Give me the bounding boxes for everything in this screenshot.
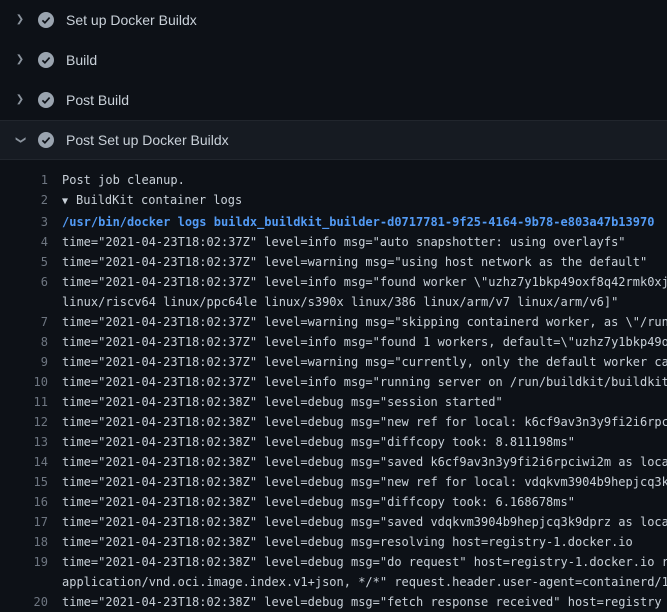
log-line-text: time="2021-04-23T18:02:37Z" level=warnin…: [62, 252, 647, 272]
log-line: 2▼ BuildKit container logs: [0, 190, 667, 212]
log-line-text: Post job cleanup.: [62, 170, 185, 190]
log-line-number-empty: [0, 572, 62, 592]
log-line: 19time="2021-04-23T18:02:38Z" level=debu…: [0, 552, 667, 572]
log-line-number[interactable]: 13: [0, 432, 62, 452]
log-line: 11time="2021-04-23T18:02:38Z" level=debu…: [0, 392, 667, 412]
log-line-text: time="2021-04-23T18:02:38Z" level=debug …: [62, 492, 575, 512]
log-line-text: time="2021-04-23T18:02:38Z" level=debug …: [62, 472, 667, 492]
log-line: 14time="2021-04-23T18:02:38Z" level=debu…: [0, 452, 667, 472]
chevron-down-icon: ❯: [15, 134, 25, 146]
log-line-text: time="2021-04-23T18:02:37Z" level=info m…: [62, 332, 667, 352]
chevron-right-icon: ❯: [14, 95, 26, 105]
log-line-wrap: application/vnd.oci.image.index.v1+json,…: [0, 572, 667, 592]
check-circle-icon: [38, 132, 54, 148]
log-line-text: time="2021-04-23T18:02:37Z" level=warnin…: [62, 352, 667, 372]
log-line-number[interactable]: 14: [0, 452, 62, 472]
log-line: 5time="2021-04-23T18:02:37Z" level=warni…: [0, 252, 667, 272]
log-line-number[interactable]: 20: [0, 592, 62, 612]
log-line-number[interactable]: 9: [0, 352, 62, 372]
workflow-log-panel: ❯ Set up Docker Buildx ❯ Build ❯ Post Build ❯ P…: [0, 0, 667, 612]
log-command-text: /usr/bin/docker logs buildx_buildkit_bui…: [62, 212, 654, 232]
step-row-post-build[interactable]: ❯ Post Build: [0, 80, 667, 120]
log-line-text: time="2021-04-23T18:02:38Z" level=debug …: [62, 452, 667, 472]
log-group-label[interactable]: BuildKit container logs: [76, 193, 242, 207]
log-line-number[interactable]: 7: [0, 312, 62, 332]
log-line-number[interactable]: 2: [0, 190, 62, 212]
log-line: 20time="2021-04-23T18:02:38Z" level=debu…: [0, 592, 667, 612]
log-line: 7time="2021-04-23T18:02:37Z" level=warni…: [0, 312, 667, 332]
log-line-number[interactable]: 8: [0, 332, 62, 352]
log-line-text: time="2021-04-23T18:02:37Z" level=warnin…: [62, 312, 667, 332]
log-line-number[interactable]: 17: [0, 512, 62, 532]
log-line-number[interactable]: 3: [0, 212, 62, 232]
log-group-toggle-icon[interactable]: ▼: [62, 196, 68, 207]
step-label: Post Set up Docker Buildx: [66, 132, 229, 148]
chevron-right-icon: ❯: [14, 15, 26, 25]
log-line-number[interactable]: 15: [0, 472, 62, 492]
log-line-number[interactable]: 1: [0, 170, 62, 190]
log-line-text: linux/riscv64 linux/ppc64le linux/s390x …: [62, 292, 618, 312]
log-line-text: time="2021-04-23T18:02:38Z" level=debug …: [62, 432, 575, 452]
step-label: Set up Docker Buildx: [66, 12, 197, 28]
log-line-text: time="2021-04-23T18:02:38Z" level=debug …: [62, 552, 667, 572]
log-line-text: time="2021-04-23T18:02:37Z" level=info m…: [62, 232, 626, 252]
log-line: 18time="2021-04-23T18:02:38Z" level=debu…: [0, 532, 667, 552]
check-circle-icon: [38, 12, 54, 28]
log-line-number[interactable]: 19: [0, 552, 62, 572]
log-line: 16time="2021-04-23T18:02:38Z" level=debu…: [0, 492, 667, 512]
log-line: 6time="2021-04-23T18:02:37Z" level=info …: [0, 272, 667, 292]
log-line-text: time="2021-04-23T18:02:38Z" level=debug …: [62, 592, 662, 612]
log-line: 1Post job cleanup.: [0, 170, 667, 190]
log-line-text: time="2021-04-23T18:02:38Z" level=debug …: [62, 532, 633, 552]
log-line: 3/usr/bin/docker logs buildx_buildkit_bu…: [0, 212, 667, 232]
log-line-number[interactable]: 11: [0, 392, 62, 412]
step-row-build[interactable]: ❯ Build: [0, 40, 667, 80]
log-line-number[interactable]: 10: [0, 372, 62, 392]
log-line: 12time="2021-04-23T18:02:38Z" level=debu…: [0, 412, 667, 432]
log-line: 10time="2021-04-23T18:02:37Z" level=info…: [0, 372, 667, 392]
log-lines: 1Post job cleanup.2▼ BuildKit container l…: [0, 160, 667, 612]
log-line: 17time="2021-04-23T18:02:38Z" level=debu…: [0, 512, 667, 532]
log-line: 4time="2021-04-23T18:02:37Z" level=info …: [0, 232, 667, 252]
log-line-text: time="2021-04-23T18:02:38Z" level=debug …: [62, 412, 667, 432]
log-line: 15time="2021-04-23T18:02:38Z" level=debu…: [0, 472, 667, 492]
check-circle-icon: [38, 52, 54, 68]
log-line-text: application/vnd.oci.image.index.v1+json,…: [62, 572, 667, 592]
step-row-set-up-docker-buildx[interactable]: ❯ Set up Docker Buildx: [0, 0, 667, 40]
log-line: 8time="2021-04-23T18:02:37Z" level=info …: [0, 332, 667, 352]
log-line-wrap: linux/riscv64 linux/ppc64le linux/s390x …: [0, 292, 667, 312]
log-line: 9time="2021-04-23T18:02:37Z" level=warni…: [0, 352, 667, 372]
step-label: Build: [66, 52, 97, 68]
log-line-text: time="2021-04-23T18:02:38Z" level=debug …: [62, 392, 503, 412]
log-line-number[interactable]: 4: [0, 232, 62, 252]
step-label: Post Build: [66, 92, 129, 108]
check-circle-icon: [38, 92, 54, 108]
log-line-number[interactable]: 18: [0, 532, 62, 552]
log-line-text: time="2021-04-23T18:02:37Z" level=info m…: [62, 372, 667, 392]
log-line-number[interactable]: 6: [0, 272, 62, 292]
step-row-post-set-up-docker-buildx[interactable]: ❯ Post Set up Docker Buildx: [0, 120, 667, 160]
steps-list: ❯ Set up Docker Buildx ❯ Build ❯ Post Build ❯ P…: [0, 0, 667, 160]
log-line-number[interactable]: 12: [0, 412, 62, 432]
log-line-number[interactable]: 16: [0, 492, 62, 512]
log-line-text: time="2021-04-23T18:02:38Z" level=debug …: [62, 512, 667, 532]
chevron-right-icon: ❯: [14, 55, 26, 65]
log-line-text: time="2021-04-23T18:02:37Z" level=info m…: [62, 272, 667, 292]
log-line-number-empty: [0, 292, 62, 312]
log-line: 13time="2021-04-23T18:02:38Z" level=debu…: [0, 432, 667, 452]
log-line-number[interactable]: 5: [0, 252, 62, 272]
log-line-text: ▼ BuildKit container logs: [62, 190, 242, 212]
